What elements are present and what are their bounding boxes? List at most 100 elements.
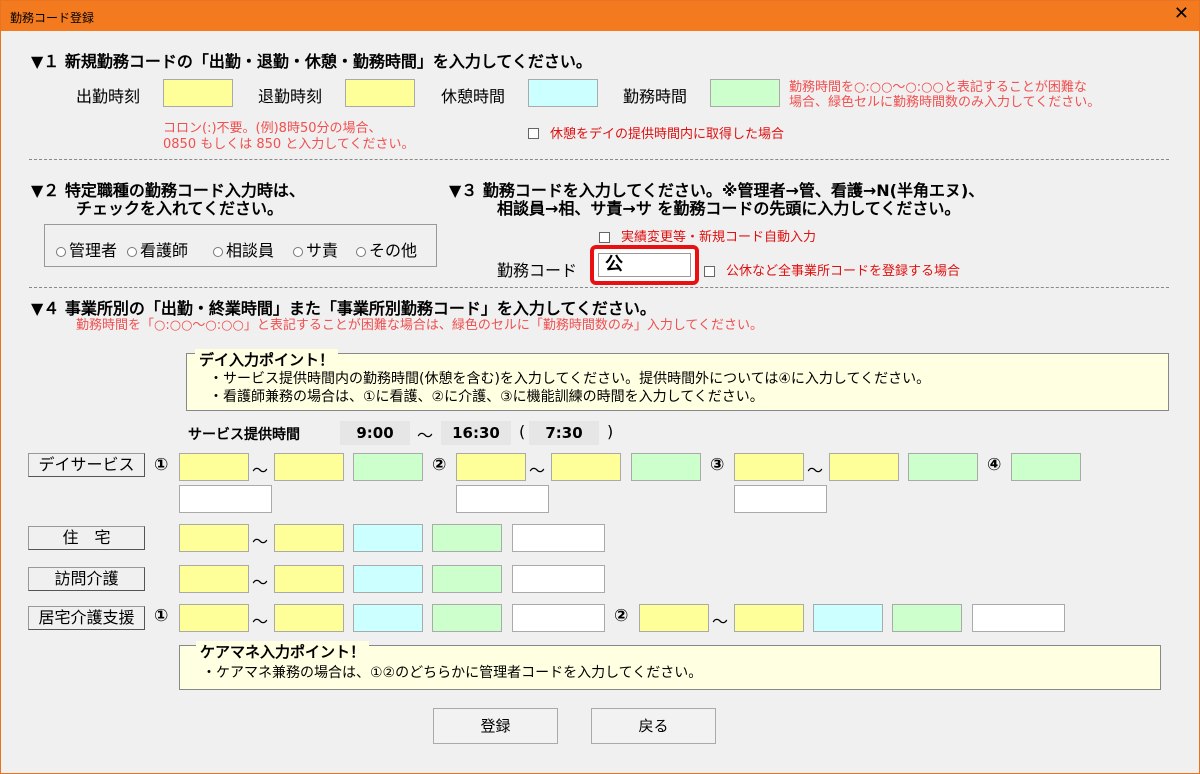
window: 勤務コード登録 ✕ ▼１ 新規勤務コードの「出勤・退勤・休憩・勤務時間」を入力し… <box>0 0 1200 774</box>
care-2-end-input[interactable] <box>734 604 804 632</box>
tilde: 〜 <box>252 573 269 592</box>
break-time-input[interactable] <box>528 79 598 107</box>
radio-other[interactable]: その他 <box>356 237 417 261</box>
service-time-label: サービス提供時間 <box>188 427 300 443</box>
code-label: 勤務コード <box>497 261 578 280</box>
day-3-code-input[interactable] <box>734 485 827 513</box>
job-type-group: 管理者 看護師 相談員 サ責 その他 <box>44 224 437 267</box>
label-start-time: 出勤時刻 <box>76 87 141 106</box>
housing-end-input[interactable] <box>274 524 344 552</box>
housing-label: 住 宅 <box>28 526 145 550</box>
tilde: 〜 <box>252 461 269 480</box>
window-title: 勤務コード登録 <box>10 11 95 25</box>
end-time-input[interactable] <box>345 79 415 107</box>
day-1-start-input[interactable] <box>179 453 249 481</box>
all-office-label: 公休など全事業所コードを登録する場合 <box>726 264 961 279</box>
home-care-start-input[interactable] <box>179 565 249 593</box>
care-2-code-input[interactable] <box>972 604 1065 632</box>
mark-1: ① <box>154 455 169 475</box>
care-1-end-input[interactable] <box>274 604 344 632</box>
housing-start-input[interactable] <box>179 524 249 552</box>
divider <box>29 159 1169 160</box>
divider <box>29 287 1169 288</box>
home-care-end-input[interactable] <box>274 565 344 593</box>
start-time-input[interactable] <box>163 79 233 107</box>
home-care-hours-input[interactable] <box>432 565 502 593</box>
care-1-start-input[interactable] <box>179 604 249 632</box>
day-points-line-2: ・看護師兼務の場合は、①に看護、②に介護、③に機能訓練の時間を入力してください。 <box>209 389 764 405</box>
care-2-hours-input[interactable] <box>892 604 962 632</box>
care-1-code-input[interactable] <box>512 604 605 632</box>
care-support-label: 居宅介護支援 <box>28 606 145 630</box>
service-end-time: 16:30 <box>441 421 511 445</box>
tilde: 〜 <box>712 612 729 631</box>
colon-note-2: 0850 もしくは 850 と入力してください。 <box>163 137 415 152</box>
mark-4: ④ <box>987 455 1002 475</box>
care-1-hours-input[interactable] <box>432 604 502 632</box>
auto-input-checkbox[interactable] <box>599 227 610 246</box>
work-code-highlight: 公 <box>590 245 699 285</box>
caremane-points-title: ケアマネ入力ポイント！ <box>196 641 370 662</box>
day-points-line-1: ・サービス提供時間内の勤務時間(休憩を含む)を入力してください。提供時間外につい… <box>209 371 931 387</box>
label-work-time: 勤務時間 <box>623 87 688 106</box>
mark-2: ② <box>614 606 629 626</box>
auto-input-label: 実績変更等・新規コード自動入力 <box>621 230 817 245</box>
break-in-day-label: 休憩をデイの提供時間内に取得した場合 <box>550 127 785 142</box>
tilde: 〜 <box>252 532 269 551</box>
radio-nurse[interactable]: 看護師 <box>127 237 188 261</box>
tilde: 〜 <box>529 461 546 480</box>
home-care-break-input[interactable] <box>353 565 423 593</box>
paren-open: ( <box>519 422 526 441</box>
section4-note: 勤務時間を「○:○○〜○:○○」と表記することが困難な場合は、緑色のセルに「勤務… <box>76 318 764 333</box>
service-start-time: 9:00 <box>340 421 410 445</box>
mark-1: ① <box>154 606 169 626</box>
radio-service-manager[interactable]: サ責 <box>293 237 338 261</box>
day-4-hours-input[interactable] <box>1011 453 1081 481</box>
close-icon[interactable]: ✕ <box>1174 3 1189 24</box>
section4-heading: ▼４ 事業所別の「出勤・終業時間」また「事業所別勤務コード」を入力してください。 <box>31 299 656 318</box>
day-3-start-input[interactable] <box>734 453 804 481</box>
section3-heading-2: 相談員→相、サ責→サ を勤務コードの先頭に入力してください。 <box>497 199 961 218</box>
housing-break-input[interactable] <box>353 524 423 552</box>
day-1-end-input[interactable] <box>274 453 344 481</box>
radio-manager[interactable]: 管理者 <box>56 237 117 261</box>
day-2-end-input[interactable] <box>551 453 621 481</box>
service-duration: 7:30 <box>529 421 599 445</box>
section1-heading: ▼１ 新規勤務コードの「出勤・退勤・休憩・勤務時間」を入力してください。 <box>31 52 592 71</box>
day-2-start-input[interactable] <box>456 453 526 481</box>
housing-code-input[interactable] <box>512 524 605 552</box>
paren-close: ) <box>607 422 614 441</box>
home-care-label: 訪問介護 <box>28 567 145 591</box>
care-2-start-input[interactable] <box>639 604 709 632</box>
care-1-break-input[interactable] <box>353 604 423 632</box>
register-button[interactable]: 登録 <box>433 708 558 744</box>
day-1-code-input[interactable] <box>179 485 272 513</box>
day-2-code-input[interactable] <box>456 485 549 513</box>
care-2-break-input[interactable] <box>813 604 883 632</box>
housing-hours-input[interactable] <box>432 524 502 552</box>
tilde: 〜 <box>807 461 824 480</box>
label-end-time: 退勤時刻 <box>258 87 323 106</box>
colon-note-1: コロン(:)不要。(例)8時50分の場合、 <box>163 121 382 136</box>
radio-counselor[interactable]: 相談員 <box>213 237 274 261</box>
work-time-note-2: 場合、緑色セルに勤務時間数のみ入力してください。 <box>789 95 1101 110</box>
day-service-label: デイサービス <box>28 453 145 477</box>
day-3-end-input[interactable] <box>829 453 899 481</box>
all-office-checkbox[interactable] <box>704 261 715 280</box>
label-break-time: 休憩時間 <box>441 87 506 106</box>
day-points-title: デイ入力ポイント！ <box>195 349 339 370</box>
work-time-input[interactable] <box>710 79 780 107</box>
section2-heading-2: チェックを入れてください。 <box>76 199 284 218</box>
break-in-day-checkbox[interactable] <box>528 123 539 142</box>
mark-3: ③ <box>710 455 725 475</box>
caremane-input-points: ケアマネ入力ポイント！ ・ケアマネ兼務の場合は、①②のどちらかに管理者コードを入… <box>179 641 1161 690</box>
back-button[interactable]: 戻る <box>591 708 716 744</box>
work-code-input[interactable]: 公 <box>598 253 691 277</box>
service-time-tilde: 〜 <box>417 426 434 445</box>
caremane-points-line: ・ケアマネ兼務の場合は、①②のどちらかに管理者コードを入力してください。 <box>202 665 703 681</box>
work-time-note-1: 勤務時間を○:○○〜○:○○と表記することが困難な <box>789 80 1087 95</box>
day-3-hours-input[interactable] <box>908 453 978 481</box>
day-1-hours-input[interactable] <box>353 453 423 481</box>
home-care-code-input[interactable] <box>512 565 605 593</box>
day-2-hours-input[interactable] <box>631 453 701 481</box>
